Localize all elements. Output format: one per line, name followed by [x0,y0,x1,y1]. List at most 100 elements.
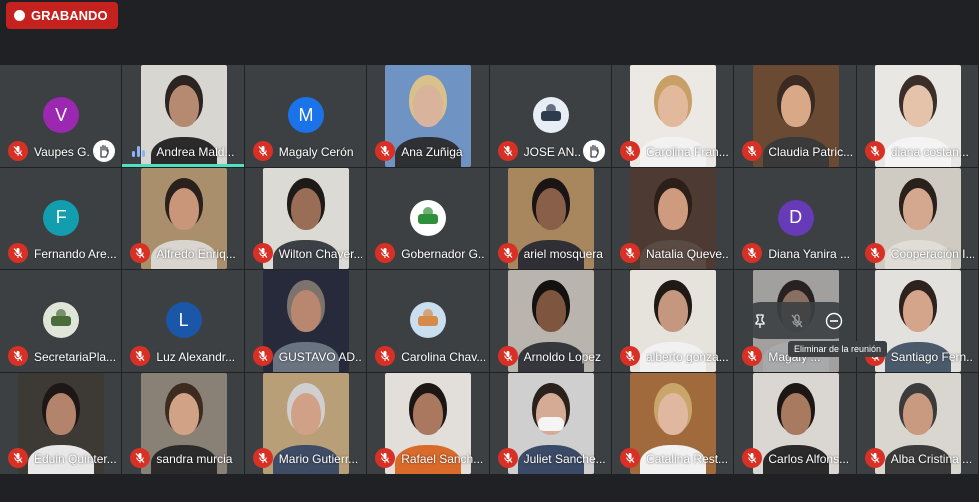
participant-name: Claudia Patric... [768,144,852,159]
participant-tile[interactable]: Juliet Sanche... [489,372,611,474]
participant-tile[interactable]: Catalina Rest... [612,372,734,474]
participant-tile[interactable]: Claudia Patric... [734,65,856,167]
participant-name: Natalia Queve... [646,247,730,261]
mic-off-icon [135,248,145,258]
participant-tile[interactable]: V Vaupes G... [0,65,122,167]
participant-tile[interactable]: ariel mosquera [489,167,611,269]
remove-tooltip: Eliminar de la reunión [788,341,888,357]
participant-tile[interactable]: GUSTAVO AD... [244,270,367,372]
mic-off-icon [625,453,635,463]
muted-mic-icon [742,345,763,366]
participant-tile[interactable]: Gobernador G... [367,167,489,269]
participant-tile[interactable]: Alba Cristina ... [856,372,979,474]
participant-tile[interactable]: Mario Gutierr... [244,372,367,474]
logo-image [418,309,439,326]
participant-tile[interactable]: SecretariaPla... [0,270,122,372]
muted-mic-icon [497,345,518,366]
participant-name: Santiago Fern... [890,349,975,364]
participant-name: sandra murcia [156,452,233,466]
mic-off-icon [747,350,757,361]
muted-mic-icon [864,448,885,468]
participant-face [658,85,689,127]
participant-avatar: V [43,97,80,133]
mic-off-icon [747,145,757,156]
mic-off-icon [625,248,635,258]
mic-off-icon [380,453,390,463]
remove-participant-button[interactable] [821,308,847,334]
participant-name: SecretariaPla... [34,349,117,364]
participant-tile[interactable]: Cooperación I... [856,167,979,269]
participant-name: Ana Zuñiga [401,144,463,159]
raised-hand-badge [582,139,605,162]
remove-circle-icon [825,312,842,329]
participant-tile[interactable]: Carlos Alfons... [734,372,856,474]
participant-tile[interactable]: diana costan... [856,65,979,167]
mic-off-icon [380,248,390,258]
muted-mic-icon [252,448,273,468]
mic-off-icon [13,145,23,156]
participant-name: Eduin Quinter... [34,452,117,466]
pin-button[interactable] [747,308,773,334]
participant-tile[interactable]: Ana Zuñiga [367,65,489,167]
participant-tile[interactable]: Carolina Chav... [367,270,489,372]
muted-mic-icon [8,140,28,161]
participant-name: Arnoldo Lopez [523,349,601,364]
mic-off-icon [625,145,635,156]
muted-mic-icon [864,140,885,161]
muted-mic-icon [497,243,518,263]
participant-avatar: D [777,199,814,236]
participant-tile[interactable]: JOSE AN... [489,65,611,167]
participant-face [902,290,933,332]
participant-face [290,290,321,332]
participant-tile[interactable]: Rafael Sanch... [367,372,489,474]
mic-off-icon [13,453,23,463]
participant-tile[interactable]: F Fernando Are... [0,167,122,269]
participant-face [780,85,811,127]
muted-mic-icon [620,345,640,366]
mic-off-icon [870,453,880,463]
muted-mic-icon [375,140,396,161]
participant-tile[interactable]: Alfredo Enriq... [122,167,244,269]
participant-face [535,187,566,230]
mute-participant-button[interactable] [784,308,810,334]
participant-name: ariel mosquera [523,247,603,261]
participant-name: GUSTAVO AD... [278,349,363,364]
participant-name: Andrea Mald... [156,144,235,159]
muted-mic-icon [497,448,518,468]
participant-face [535,290,566,332]
participant-tile[interactable]: Arnoldo Lopez [489,270,611,372]
participant-tile[interactable]: Carolina Fran... [612,65,734,167]
participant-tile[interactable]: Wilton Chaver... [244,167,367,269]
participant-face [658,392,689,435]
participant-name: Wilton Chaver... [278,247,363,261]
muted-mic-icon [375,345,396,366]
muted-mic-icon [620,140,640,161]
mic-off-icon [13,248,23,258]
recording-dot-icon [14,10,25,21]
participant-name: alberto gonza... [646,349,729,364]
participant-tile[interactable]: Natalia Queve... [612,167,734,269]
participant-tile[interactable]: alberto gonza... [612,270,734,372]
participant-name: diana costan... [890,144,969,159]
participant-face [290,187,321,230]
muted-mic-icon [252,345,273,366]
participant-tile[interactable]: M Magaly Cerón [244,65,367,167]
mic-off-icon [258,350,268,361]
logo-image [418,206,439,224]
logo-image [540,104,561,121]
participant-face [290,392,321,435]
raised-hand-icon [590,144,599,158]
recording-label: GRABANDO [31,8,108,23]
mic-off-icon [625,350,635,361]
participant-face [413,392,444,435]
participant-tile[interactable]: Eduin Quinter... [0,372,122,474]
participant-tile[interactable]: sandra murcia [122,372,244,474]
participant-tile[interactable]: Andrea Mald... [122,65,244,167]
participant-tile[interactable]: L Luz Alexandr... [122,270,244,372]
participant-tile[interactable]: D Diana Yanira ... [734,167,856,269]
participant-logo [410,302,447,338]
mic-off-icon [503,350,513,361]
participant-face [168,85,199,127]
mic-off-icon [135,350,145,361]
participant-name: Cooperación I... [890,247,975,261]
